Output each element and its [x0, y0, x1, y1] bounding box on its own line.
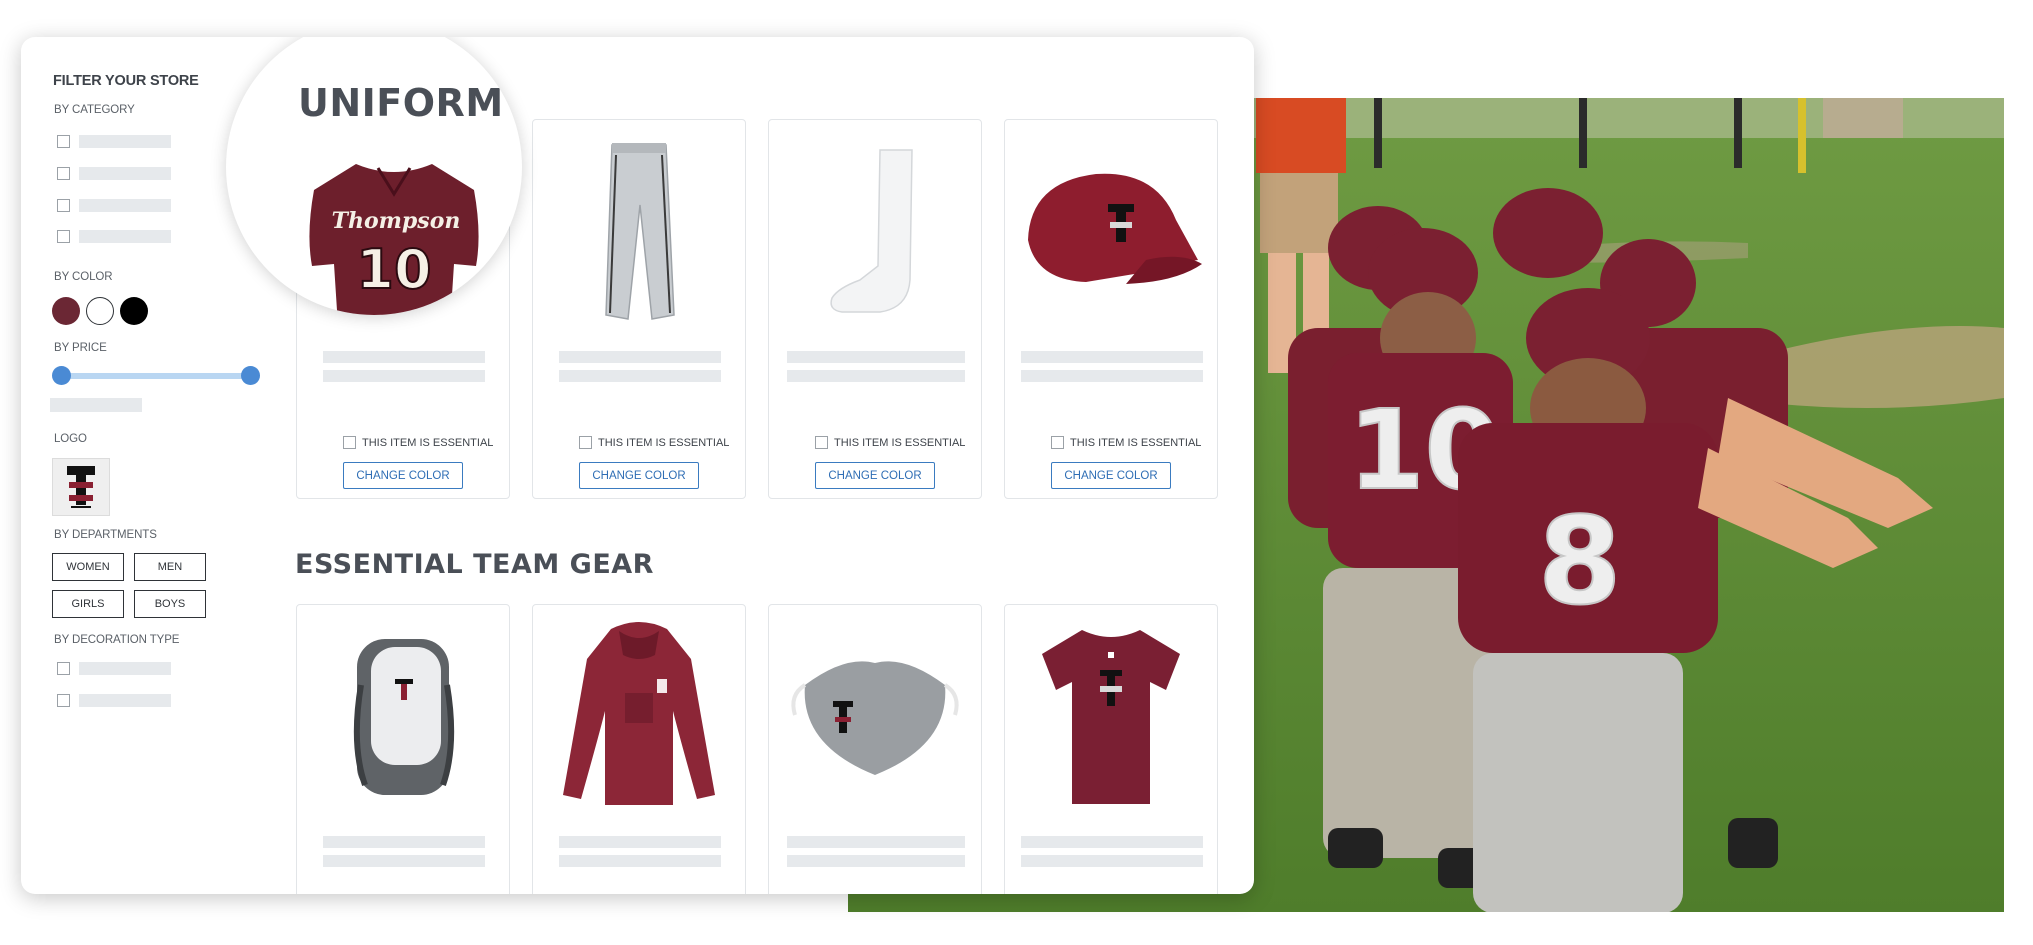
price-slider-min-handle[interactable] [52, 366, 71, 385]
decoration-option-placeholder-2 [79, 694, 171, 707]
essential-toggle[interactable]: THIS ITEM IS ESSENTIAL [343, 436, 493, 449]
price-slider-max-handle[interactable] [241, 366, 260, 385]
product-name-placeholder [559, 836, 721, 848]
color-swatch-black[interactable] [120, 297, 148, 325]
decoration-checkbox-2[interactable] [57, 694, 70, 707]
price-slider-track[interactable] [61, 373, 251, 379]
backpack-image [297, 605, 509, 825]
product-name-placeholder [1021, 836, 1203, 848]
photo-number-8: 8 [1538, 493, 1622, 632]
by-category-label: BY CATEGORY [54, 104, 135, 116]
change-color-button[interactable]: CHANGE COLOR [579, 462, 699, 489]
cap-image [1005, 120, 1217, 340]
category-checkbox-1[interactable] [57, 135, 70, 148]
by-color-label: BY COLOR [54, 271, 113, 283]
category-checkbox-2[interactable] [57, 167, 70, 180]
essential-toggle[interactable]: THIS ITEM IS ESSENTIAL [579, 436, 729, 449]
category-option-placeholder-1 [79, 135, 171, 148]
product-card-socks[interactable]: THIS ITEM IS ESSENTIAL CHANGE COLOR [768, 119, 982, 499]
category-checkbox-3[interactable] [57, 199, 70, 212]
category-option-placeholder-3 [79, 199, 171, 212]
dept-women-button[interactable]: WOMEN [52, 553, 124, 581]
decoration-option-placeholder-1 [79, 662, 171, 675]
mask-image [769, 605, 981, 825]
color-swatch-white[interactable] [86, 297, 114, 325]
decoration-checkbox-1[interactable] [57, 662, 70, 675]
product-card-hoodie[interactable] [532, 604, 746, 894]
price-range-placeholder [50, 398, 142, 412]
product-name-placeholder [1021, 351, 1203, 363]
product-name-placeholder [559, 351, 721, 363]
magnifier-callout: UNIFORM Thompson 10 [226, 37, 522, 315]
dept-girls-button[interactable]: GIRLS [52, 590, 124, 618]
change-color-button[interactable]: CHANGE COLOR [343, 462, 463, 489]
product-card-tshirt[interactable] [1004, 604, 1218, 894]
jersey-name: Thompson [332, 208, 461, 234]
by-price-label: BY PRICE [54, 342, 107, 354]
product-price-placeholder [559, 370, 721, 382]
essential-checkbox[interactable] [343, 436, 356, 449]
product-name-placeholder [323, 351, 485, 363]
product-name-placeholder [323, 836, 485, 848]
hoodie-image [533, 605, 745, 825]
color-swatch-maroon[interactable] [52, 297, 80, 325]
essential-label: THIS ITEM IS ESSENTIAL [834, 436, 966, 449]
essential-label: THIS ITEM IS ESSENTIAL [598, 436, 730, 449]
team-logo-icon [67, 466, 95, 508]
product-card-pants[interactable]: THIS ITEM IS ESSENTIAL CHANGE COLOR [532, 119, 746, 499]
product-price-placeholder [1021, 370, 1203, 382]
change-color-button[interactable]: CHANGE COLOR [1051, 462, 1171, 489]
logo-option[interactable] [52, 458, 110, 516]
by-departments-label: BY DEPARTMENTS [54, 529, 157, 541]
product-card-backpack[interactable] [296, 604, 510, 894]
filter-title: FILTER YOUR STORE [53, 73, 199, 89]
essential-checkbox[interactable] [579, 436, 592, 449]
tshirt-image [1005, 605, 1217, 825]
team-gear-heading: ESSENTIAL TEAM GEAR [295, 549, 654, 580]
product-price-placeholder [323, 855, 485, 867]
by-decoration-label: BY DECORATION TYPE [54, 634, 180, 646]
product-price-placeholder [1021, 855, 1203, 867]
product-name-placeholder [787, 836, 965, 848]
pants-image [533, 120, 745, 340]
socks-image [769, 120, 981, 340]
product-price-placeholder [787, 855, 965, 867]
product-price-placeholder [323, 370, 485, 382]
jersey-number: 10 [356, 238, 431, 301]
essential-toggle[interactable]: THIS ITEM IS ESSENTIAL [815, 436, 965, 449]
category-option-placeholder-2 [79, 167, 171, 180]
product-card-cap[interactable]: THIS ITEM IS ESSENTIAL CHANGE COLOR [1004, 119, 1218, 499]
store-panel: FILTER YOUR STORE BY CATEGORY BY COLOR B… [21, 37, 1254, 894]
essential-checkbox[interactable] [1051, 436, 1064, 449]
product-price-placeholder [787, 370, 965, 382]
dept-men-button[interactable]: MEN [134, 553, 206, 581]
category-option-placeholder-4 [79, 230, 171, 243]
essential-checkbox[interactable] [815, 436, 828, 449]
essential-toggle[interactable]: THIS ITEM IS ESSENTIAL [1051, 436, 1201, 449]
change-color-button[interactable]: CHANGE COLOR [815, 462, 935, 489]
category-checkbox-4[interactable] [57, 230, 70, 243]
product-name-placeholder [787, 351, 965, 363]
essential-label: THIS ITEM IS ESSENTIAL [362, 436, 494, 449]
dept-boys-button[interactable]: BOYS [134, 590, 206, 618]
product-price-placeholder [559, 855, 721, 867]
essential-label: THIS ITEM IS ESSENTIAL [1070, 436, 1202, 449]
product-card-mask[interactable] [768, 604, 982, 894]
uniform-heading: UNIFORM [298, 81, 504, 125]
jersey-illustration: Thompson 10 [309, 164, 479, 315]
logo-label: LOGO [54, 433, 87, 445]
